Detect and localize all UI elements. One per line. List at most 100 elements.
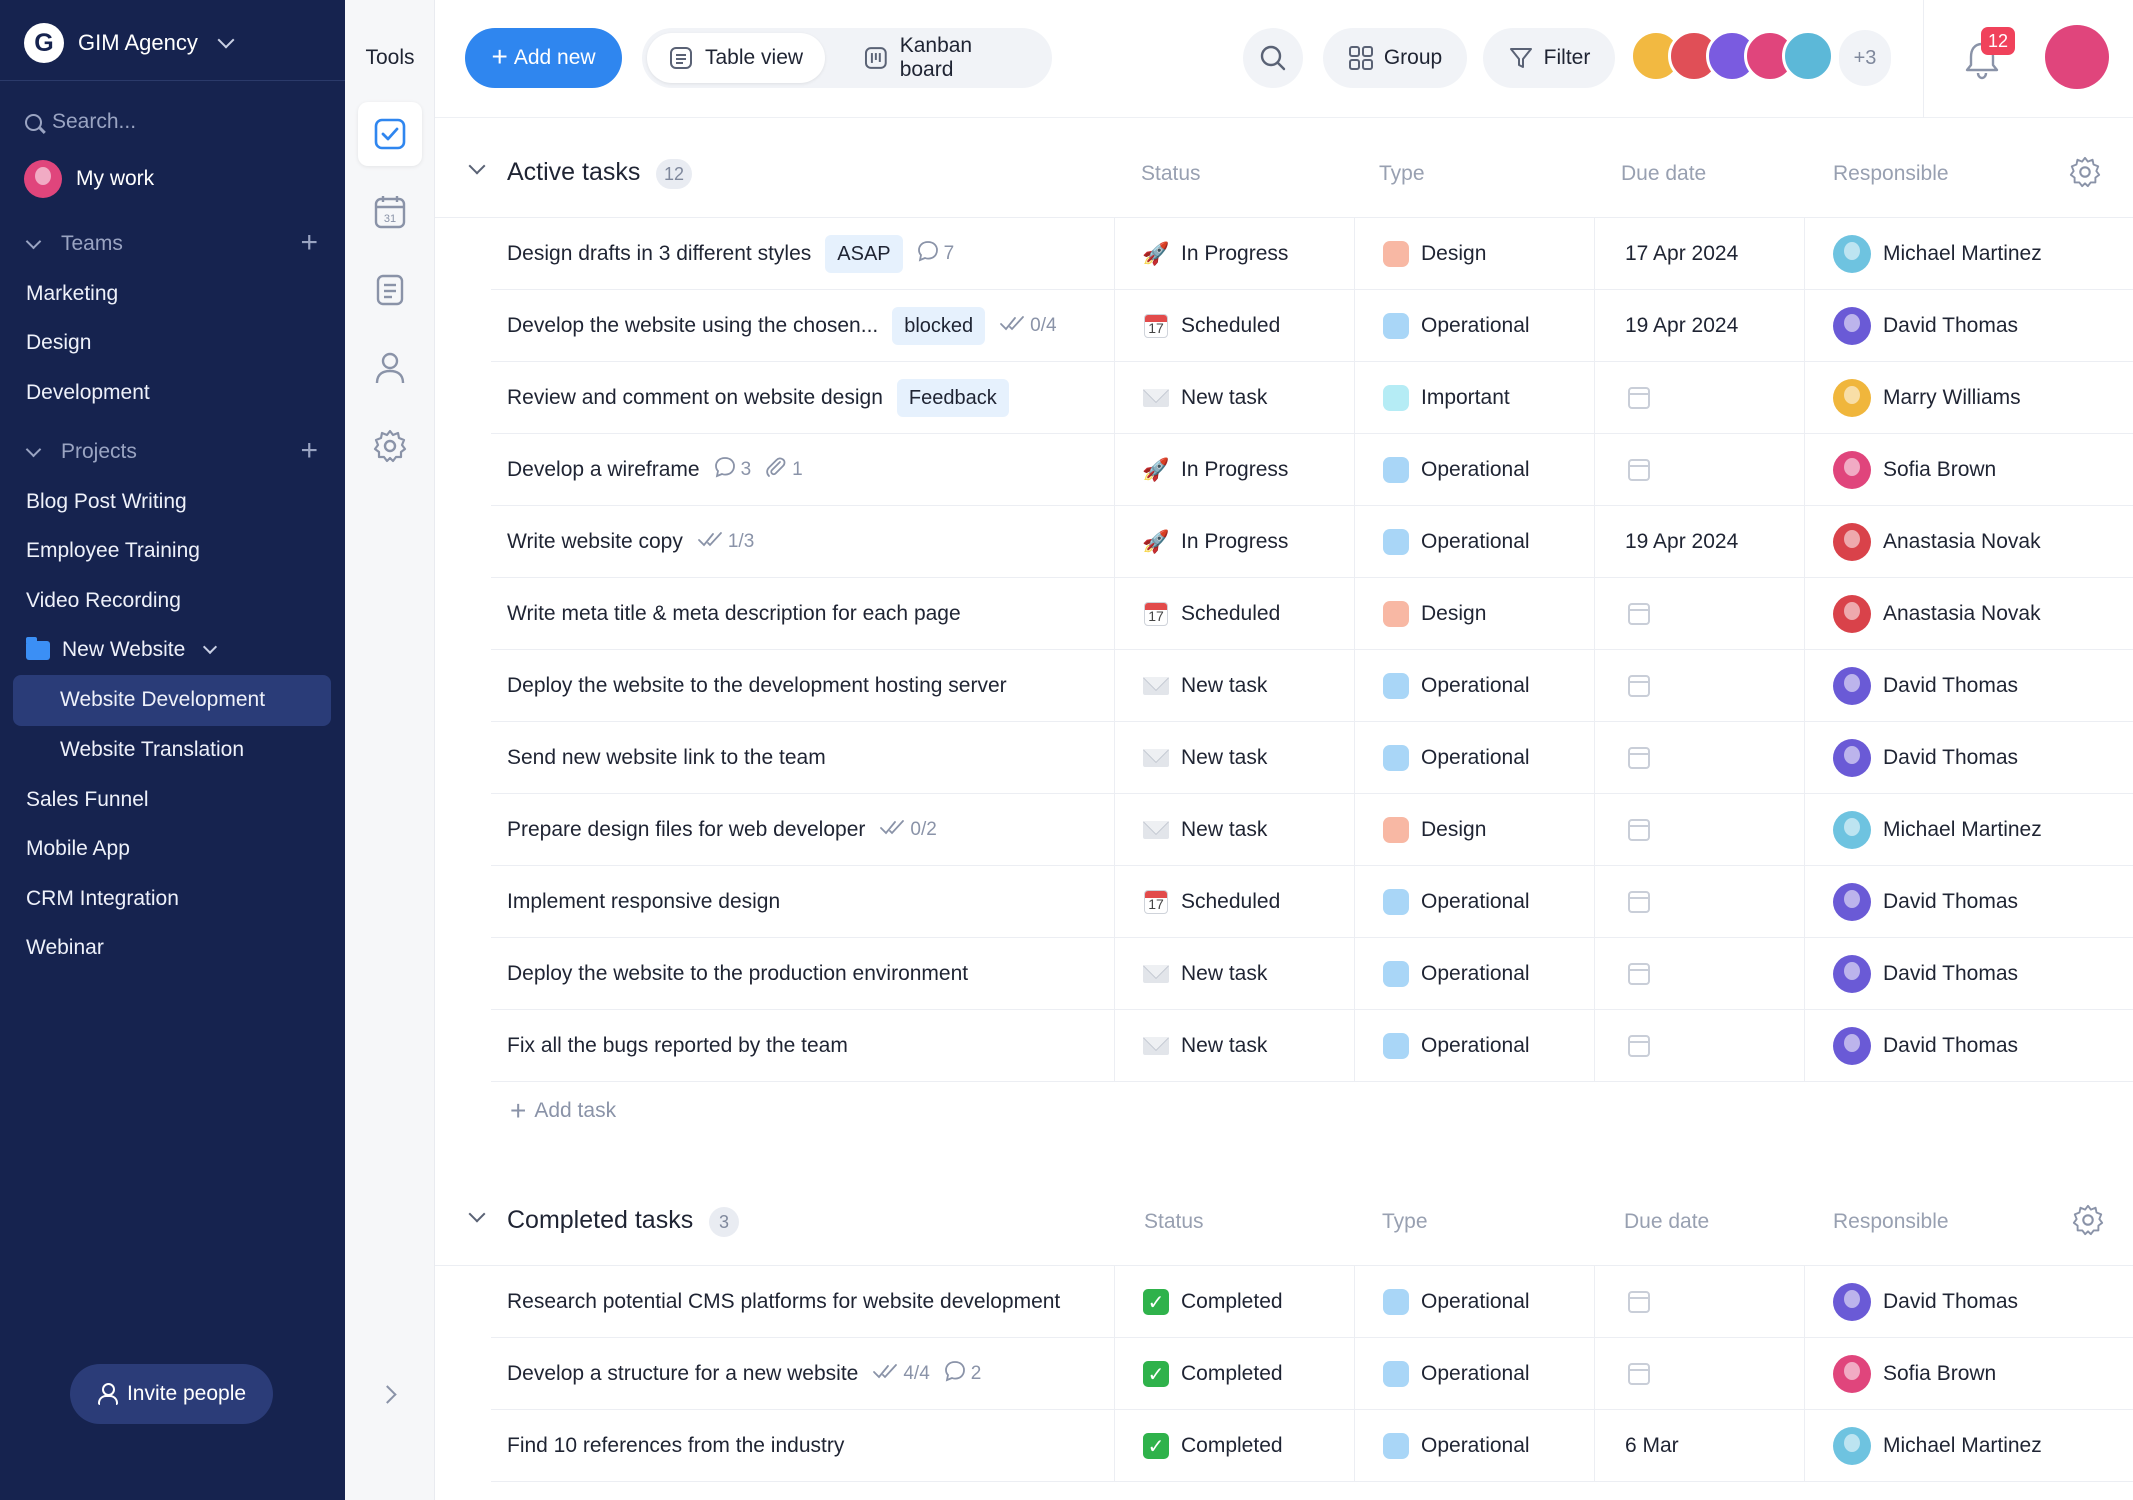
add-new-button[interactable]: + Add new	[465, 28, 622, 88]
member-avatar[interactable]	[1782, 30, 1834, 82]
table-row[interactable]: Prepare design files for web developer 0/…	[435, 794, 2133, 866]
sidebar-item-website-development[interactable]: Website Development	[60, 682, 265, 718]
column-header-type[interactable]: Type	[1382, 1210, 1428, 1234]
teams-section-header[interactable]: Teams +	[25, 228, 318, 260]
more-members-count[interactable]: +3	[1839, 30, 1891, 86]
status-cell[interactable]: 🚀 In Progress	[1142, 506, 1288, 578]
expand-icon[interactable]	[378, 1385, 397, 1404]
due-date-cell[interactable]: 6 Mar	[1625, 1410, 1679, 1482]
filter-button[interactable]: Filter	[1483, 28, 1615, 88]
status-cell[interactable]: ✓ Completed	[1143, 1338, 1283, 1410]
table-row[interactable]: Deploy the website to the development ho…	[435, 650, 2133, 722]
due-date-cell[interactable]: 19 Apr 2024	[1625, 290, 1738, 362]
task-tag[interactable]: blocked	[892, 307, 986, 345]
task-name-cell[interactable]: Research potential CMS platforms for web…	[507, 1266, 1060, 1338]
sidebar-item-blog-post-writing[interactable]: Blog Post Writing	[26, 484, 187, 520]
table-row[interactable]: Research potential CMS platforms for web…	[435, 1266, 2133, 1338]
tool-tasks[interactable]	[358, 102, 422, 166]
sidebar-item-employee-training[interactable]: Employee Training	[26, 533, 200, 569]
due-date-cell[interactable]	[1625, 434, 1650, 506]
tool-people[interactable]	[358, 336, 422, 400]
responsible-cell[interactable]: Marry Williams	[1833, 362, 2021, 434]
status-cell[interactable]: 17 Scheduled	[1143, 290, 1280, 362]
column-header-type[interactable]: Type	[1379, 162, 1425, 186]
task-name-cell[interactable]: Develop a wireframe 3 1	[507, 434, 803, 506]
type-cell[interactable]: Design	[1383, 218, 1486, 290]
sidebar-item-sales-funnel[interactable]: Sales Funnel	[26, 782, 149, 818]
sidebar-item-development[interactable]: Development	[26, 375, 150, 411]
status-cell[interactable]: New task	[1143, 722, 1267, 794]
due-date-cell[interactable]	[1625, 1338, 1650, 1410]
sidebar-search[interactable]: Search...	[25, 106, 136, 138]
member-avatars[interactable]	[1630, 30, 1834, 86]
due-date-cell[interactable]	[1625, 650, 1650, 722]
responsible-cell[interactable]: David Thomas	[1833, 290, 2018, 362]
type-cell[interactable]: Operational	[1383, 722, 1530, 794]
due-date-cell[interactable]	[1625, 1010, 1650, 1082]
table-row[interactable]: Deploy the website to the production env…	[435, 938, 2133, 1010]
due-date-cell[interactable]	[1625, 362, 1650, 434]
type-cell[interactable]: Operational	[1383, 434, 1530, 506]
table-row[interactable]: Develop a structure for a new website 4/4…	[435, 1338, 2133, 1410]
invite-people-button[interactable]: Invite people	[70, 1364, 273, 1424]
responsible-cell[interactable]: Michael Martinez	[1833, 794, 2042, 866]
status-cell[interactable]: ✓ Completed	[1143, 1410, 1283, 1482]
type-cell[interactable]: Operational	[1383, 506, 1530, 578]
table-row[interactable]: Send new website link to the team New tas…	[435, 722, 2133, 794]
responsible-cell[interactable]: David Thomas	[1833, 1266, 2018, 1338]
my-work-link[interactable]: My work	[24, 158, 154, 200]
type-cell[interactable]: Important	[1383, 362, 1510, 434]
status-cell[interactable]: 17 Scheduled	[1143, 866, 1280, 938]
column-header-due-date[interactable]: Due date	[1621, 162, 1706, 186]
responsible-cell[interactable]: Anastasia Novak	[1833, 506, 2041, 578]
task-name-cell[interactable]: Deploy the website to the development ho…	[507, 650, 1007, 722]
add-task-button[interactable]: + Add task	[510, 1091, 616, 1131]
column-header-status[interactable]: Status	[1144, 1210, 1204, 1234]
type-cell[interactable]: Operational	[1383, 1410, 1530, 1482]
table-row[interactable]: Develop the website using the chosen... b…	[435, 290, 2133, 362]
task-name-cell[interactable]: Find 10 references from the industry	[507, 1410, 844, 1482]
type-cell[interactable]: Operational	[1383, 1266, 1530, 1338]
due-date-cell[interactable]	[1625, 1266, 1650, 1338]
table-row[interactable]: Develop a wireframe 3 1 🚀 In Progress Operati…	[435, 434, 2133, 506]
responsible-cell[interactable]: Anastasia Novak	[1833, 578, 2041, 650]
column-settings-icon[interactable]	[2068, 155, 2102, 189]
task-name-cell[interactable]: Fix all the bugs reported by the team	[507, 1010, 848, 1082]
status-cell[interactable]: 17 Scheduled	[1143, 578, 1280, 650]
tool-calendar[interactable]: 31	[358, 180, 422, 244]
chevron-down-icon[interactable]	[468, 157, 486, 175]
status-cell[interactable]: New task	[1143, 650, 1267, 722]
projects-section-header[interactable]: Projects +	[25, 436, 318, 468]
type-cell[interactable]: Operational	[1383, 650, 1530, 722]
status-cell[interactable]: 🚀 In Progress	[1142, 218, 1288, 290]
due-date-cell[interactable]	[1625, 794, 1650, 866]
chevron-down-icon[interactable]	[468, 1205, 486, 1223]
tool-notes[interactable]	[358, 258, 422, 322]
task-name-cell[interactable]: Develop a structure for a new website 4/4…	[507, 1338, 981, 1410]
add-team-icon[interactable]: +	[300, 228, 318, 258]
column-header-due-date[interactable]: Due date	[1624, 1210, 1709, 1234]
responsible-cell[interactable]: Sofia Brown	[1833, 434, 1996, 506]
responsible-cell[interactable]: Michael Martinez	[1833, 1410, 2042, 1482]
task-name-cell[interactable]: Develop the website using the chosen... b…	[507, 290, 1057, 362]
responsible-cell[interactable]: David Thomas	[1833, 650, 2018, 722]
workspace-switcher[interactable]: G GIM Agency	[24, 22, 235, 64]
column-header-responsible[interactable]: Responsible	[1833, 162, 1949, 186]
table-row[interactable]: Design drafts in 3 different styles ASAP 7…	[435, 218, 2133, 290]
sidebar-item-webinar[interactable]: Webinar	[26, 930, 104, 966]
task-name-cell[interactable]: Review and comment on website design Feed…	[507, 362, 1009, 434]
task-name-cell[interactable]: Write website copy 1/3	[507, 506, 754, 578]
tool-settings[interactable]	[358, 414, 422, 478]
due-date-cell[interactable]	[1625, 722, 1650, 794]
task-name-cell[interactable]: Send new website link to the team	[507, 722, 826, 794]
status-cell[interactable]: New task	[1143, 1010, 1267, 1082]
column-header-responsible[interactable]: Responsible	[1833, 1210, 1949, 1234]
type-cell[interactable]: Operational	[1383, 1010, 1530, 1082]
add-project-icon[interactable]: +	[300, 436, 318, 466]
due-date-cell[interactable]: 19 Apr 2024	[1625, 506, 1738, 578]
due-date-cell[interactable]	[1625, 578, 1650, 650]
responsible-cell[interactable]: David Thomas	[1833, 722, 2018, 794]
due-date-cell[interactable]: 17 Apr 2024	[1625, 218, 1738, 290]
column-settings-icon[interactable]	[2071, 1203, 2105, 1237]
user-avatar[interactable]	[2045, 25, 2109, 89]
